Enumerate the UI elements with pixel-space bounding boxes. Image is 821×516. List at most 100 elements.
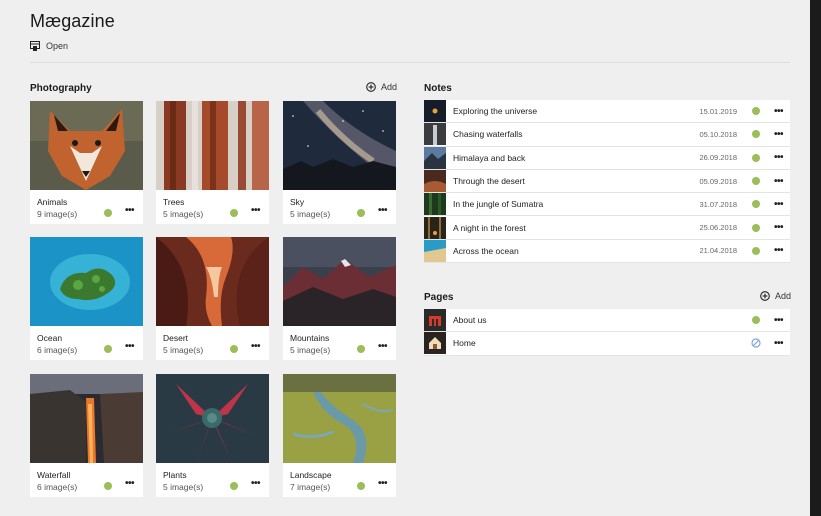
status-dot	[230, 345, 238, 353]
collection-card-trees[interactable]: Trees 5 image(s) •••	[156, 101, 269, 224]
collection-count: 5 image(s)	[290, 345, 331, 355]
collection-thumbnail	[30, 374, 143, 463]
more-options-button[interactable]: •••	[774, 222, 784, 233]
status-dot	[104, 209, 112, 217]
collection-card-landscape[interactable]: Landscape 7 image(s) •••	[283, 374, 396, 497]
collection-card-plants[interactable]: Plants 5 image(s) •••	[156, 374, 269, 497]
page-row[interactable]: About us •••	[424, 309, 790, 333]
collection-thumbnail	[30, 237, 143, 326]
note-title: A night in the forest	[453, 222, 526, 233]
more-options-button[interactable]: •••	[378, 205, 388, 216]
status-dot	[752, 200, 760, 209]
note-date: 05.09.2018	[699, 176, 737, 186]
note-title: Exploring the universe	[453, 106, 538, 117]
more-options-button[interactable]: •••	[125, 341, 135, 352]
note-date: 31.07.2018	[699, 199, 737, 209]
more-options-button[interactable]: •••	[774, 152, 784, 163]
status-dot	[357, 345, 365, 353]
more-options-button[interactable]: •••	[125, 478, 135, 489]
note-thumbnail	[424, 100, 446, 123]
collection-thumbnail	[156, 237, 269, 326]
photography-add-button[interactable]: Add	[366, 82, 397, 92]
collection-card-waterfall[interactable]: Waterfall 6 image(s) •••	[30, 374, 143, 497]
notes-heading: Notes	[424, 83, 452, 94]
collection-count: 6 image(s)	[37, 482, 78, 492]
collection-count: 9 image(s)	[37, 209, 78, 219]
collection-thumbnail	[283, 237, 396, 326]
collection-name: Ocean	[37, 333, 63, 343]
status-dot	[752, 107, 760, 116]
note-date: 25.06.2018	[699, 223, 737, 233]
status-dot	[752, 316, 760, 325]
collection-thumbnail	[283, 374, 396, 463]
more-options-button[interactable]: •••	[251, 205, 261, 216]
collection-count: 5 image(s)	[163, 345, 204, 355]
more-options-button[interactable]: •••	[774, 176, 784, 187]
note-row[interactable]: In the jungle of Sumatra 31.07.2018 •••	[424, 193, 790, 217]
collection-card-animals[interactable]: Animals 9 image(s) •••	[30, 101, 143, 224]
status-dot	[357, 482, 365, 490]
more-options-button[interactable]: •••	[125, 205, 135, 216]
pages-list: About us ••• Home •••	[424, 309, 790, 356]
more-options-button[interactable]: •••	[774, 199, 784, 210]
note-row[interactable]: Across the ocean 21.04.2018 •••	[424, 239, 790, 264]
more-options-button[interactable]: •••	[774, 315, 784, 326]
collection-name: Desert	[163, 333, 189, 343]
note-title: Chasing waterfalls	[453, 129, 523, 140]
add-circle-icon	[760, 291, 770, 301]
note-thumbnail	[424, 239, 446, 262]
collection-count: 5 image(s)	[163, 209, 204, 219]
page-row[interactable]: Home •••	[424, 332, 790, 356]
collection-thumbnail	[30, 101, 143, 190]
collection-count: 5 image(s)	[290, 209, 331, 219]
status-dot	[104, 345, 112, 353]
collection-card-mountains[interactable]: Mountains 5 image(s) •••	[283, 237, 396, 360]
collection-thumbnail	[156, 101, 269, 190]
open-link[interactable]: Open	[30, 41, 68, 51]
page-title: Home	[453, 338, 476, 349]
collection-name: Animals	[37, 197, 68, 207]
page-thumbnail	[424, 332, 446, 355]
more-options-button[interactable]: •••	[774, 129, 784, 140]
more-options-button[interactable]: •••	[774, 245, 784, 256]
open-label: Open	[46, 41, 69, 51]
more-options-button[interactable]: •••	[774, 338, 784, 349]
note-row[interactable]: Exploring the universe 15.01.2019 •••	[424, 100, 790, 124]
status-dot	[357, 209, 365, 217]
collection-name: Sky	[290, 197, 305, 207]
collection-name: Landscape	[290, 470, 332, 480]
note-title: Across the ocean	[453, 245, 519, 256]
add-circle-icon	[366, 82, 376, 92]
note-date: 05.10.2018	[699, 129, 737, 139]
note-thumbnail	[424, 146, 446, 169]
note-row[interactable]: Chasing waterfalls 05.10.2018 •••	[424, 123, 790, 147]
collection-card-ocean[interactable]: Ocean 6 image(s) •••	[30, 237, 143, 360]
note-date: 21.04.2018	[699, 246, 737, 256]
open-site-icon	[30, 41, 40, 51]
collection-card-sky[interactable]: Sky 5 image(s) •••	[283, 101, 396, 224]
collection-name: Mountains	[290, 333, 330, 343]
page-title: About us	[453, 315, 487, 326]
disabled-icon	[751, 338, 761, 349]
more-options-button[interactable]: •••	[251, 341, 261, 352]
note-thumbnail	[424, 123, 446, 146]
more-options-button[interactable]: •••	[774, 106, 784, 117]
pages-add-button[interactable]: Add	[760, 291, 791, 301]
more-options-button[interactable]: •••	[378, 341, 388, 352]
status-dot	[752, 153, 760, 162]
note-thumbnail	[424, 216, 446, 239]
more-options-button[interactable]: •••	[251, 478, 261, 489]
note-title: In the jungle of Sumatra	[453, 199, 544, 210]
note-row[interactable]: A night in the forest 25.06.2018 •••	[424, 216, 790, 240]
pages-heading: Pages	[424, 292, 454, 303]
collection-name: Waterfall	[37, 470, 71, 480]
note-row[interactable]: Himalaya and back 26.09.2018 •••	[424, 146, 790, 170]
note-date: 26.09.2018	[699, 153, 737, 163]
note-date: 15.01.2019	[699, 106, 737, 116]
status-dot	[752, 246, 760, 255]
collection-name: Plants	[163, 470, 187, 480]
note-row[interactable]: Through the desert 05.09.2018 •••	[424, 169, 790, 194]
more-options-button[interactable]: •••	[378, 478, 388, 489]
status-dot	[104, 482, 112, 490]
collection-card-desert[interactable]: Desert 5 image(s) •••	[156, 237, 269, 360]
